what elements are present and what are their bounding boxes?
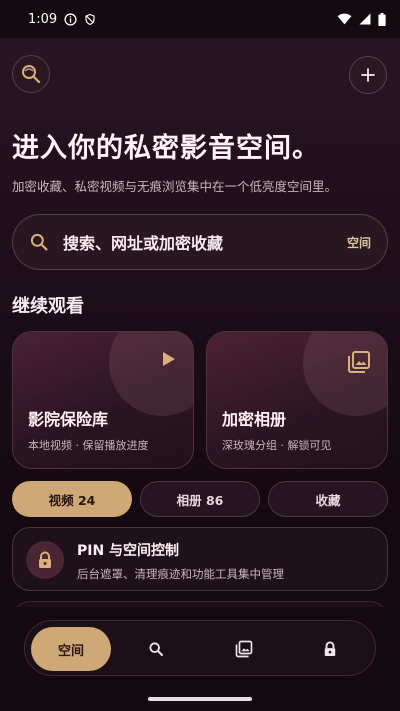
- status-time: 1:09: [28, 11, 58, 27]
- search-bar[interactable]: 搜索、网址或加密收藏 空间: [12, 214, 388, 270]
- tab-favorites[interactable]: 收藏: [268, 481, 388, 517]
- card-decoration: [303, 332, 387, 416]
- nav-item-albums[interactable]: [219, 627, 269, 671]
- card-title: 加密相册: [222, 410, 287, 429]
- nav-item-lock[interactable]: [305, 627, 355, 671]
- search-scope-chip[interactable]: 空间: [347, 234, 371, 251]
- control-title: PIN 与空间控制: [77, 543, 180, 559]
- control-description: 后台遮罩、清理痕迹和功能工具集中管理: [77, 567, 284, 581]
- page-subtitle: 加密收藏、私密视频与无痕浏览集中在一个低亮度空间里。: [12, 179, 338, 194]
- wifi-icon: [337, 13, 352, 25]
- info-icon: [64, 12, 77, 26]
- lock-icon: [39, 551, 51, 568]
- signal-icon: [359, 13, 371, 25]
- page-title: 进入你的私密影音空间。: [12, 133, 320, 164]
- photo-library-icon: [235, 640, 253, 658]
- status-bar: 1:09: [0, 0, 400, 38]
- app-screen: 1:09 进入你的私密影音空间。 加密收藏、私密视频与无痕浏览集中在一个低亮度空…: [0, 0, 400, 711]
- shield-icon: [84, 13, 96, 26]
- bottom-navigation: 空间: [24, 620, 376, 676]
- battery-icon: [378, 12, 386, 26]
- card-description: 本地视频 · 保留播放进度: [28, 439, 149, 452]
- tab-videos[interactable]: 视频 24: [12, 481, 132, 517]
- section-title-continue: 继续观看: [12, 296, 84, 317]
- card-decoration: [109, 332, 193, 416]
- pin-space-control-item[interactable]: PIN 与空间控制 后台遮罩、清理痕迹和功能工具集中管理: [12, 527, 388, 591]
- home-indicator[interactable]: [148, 697, 252, 701]
- card-description: 深玫瑰分组 · 解锁可见: [222, 439, 332, 452]
- search-input[interactable]: 搜索、网址或加密收藏: [63, 230, 223, 254]
- nav-item-search[interactable]: [131, 627, 181, 671]
- photo-library-icon: [347, 350, 371, 378]
- card-encrypted-album[interactable]: 加密相册 深玫瑰分组 · 解锁可见: [206, 331, 388, 469]
- add-button[interactable]: [349, 56, 387, 94]
- play-icon: [159, 350, 177, 372]
- tab-albums[interactable]: 相册 86: [140, 481, 260, 517]
- card-title: 影院保险库: [28, 410, 109, 429]
- lock-icon-badge: [26, 541, 64, 579]
- search-icon: [149, 642, 163, 656]
- card-cinema-vault[interactable]: 影院保险库 本地视频 · 保留播放进度: [12, 331, 194, 469]
- plus-icon: [361, 68, 375, 82]
- search-logo-icon: [22, 65, 41, 84]
- search-icon: [30, 233, 48, 251]
- nav-item-space[interactable]: 空间: [31, 627, 111, 671]
- lock-icon: [324, 641, 336, 656]
- app-logo-button[interactable]: [12, 55, 50, 93]
